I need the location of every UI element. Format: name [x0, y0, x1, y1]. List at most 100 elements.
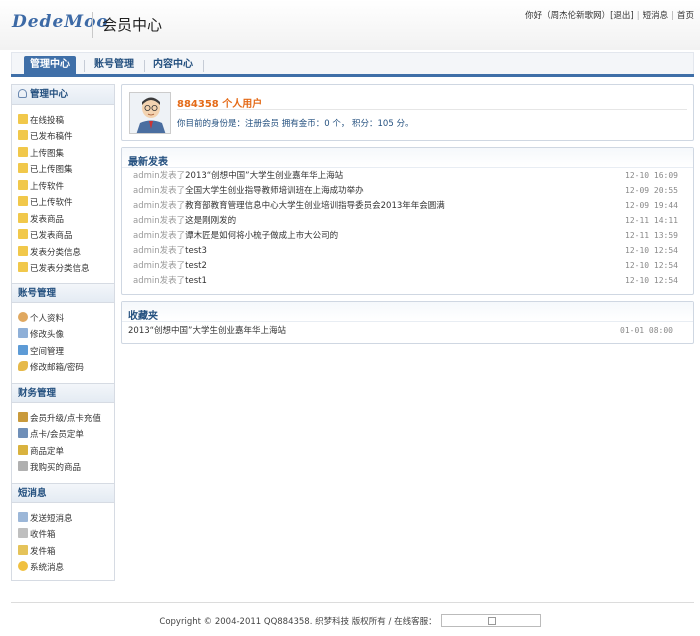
sidebar-item-purchased[interactable]: 我购买的商品	[18, 461, 81, 475]
tab-divider	[84, 60, 85, 72]
sidebar-item-uploaded-software[interactable]: 已上传软件	[18, 196, 73, 210]
sidebar-item-published[interactable]: 已发布稿件	[18, 130, 73, 144]
sidebar-item-label: 上传软件	[30, 182, 65, 192]
sidebar-section-messages[interactable]: 短消息	[12, 483, 114, 503]
sidebar-item-label: 发送短消息	[30, 514, 73, 524]
sidebar-item-posted-classifieds[interactable]: 已发表分类信息	[18, 262, 90, 276]
list-item: admin发表了全国大学生创业指导教师培训班在上海成功举办 12-09 20:55	[133, 184, 678, 198]
avatar[interactable]	[129, 92, 171, 134]
link-separator: |	[636, 11, 640, 21]
tab-divider	[144, 60, 145, 72]
sidebar-item-label: 点卡/会员定单	[30, 430, 84, 440]
sidebar-item-card-orders[interactable]: 点卡/会员定单	[18, 428, 84, 442]
home-link[interactable]: 首页	[677, 9, 694, 21]
sidebar-item-label: 会员升级/点卡充值	[30, 414, 101, 424]
space-icon	[18, 345, 28, 355]
username[interactable]: 884358 个人用户	[177, 95, 262, 110]
logout-link[interactable]: [退出]	[610, 9, 634, 21]
list-item: 2013“创想中国”大学生创业嘉年华上海站 01-01 08:00	[128, 324, 673, 338]
tab-divider	[203, 60, 204, 72]
broken-image-icon	[487, 617, 496, 625]
panel-header	[122, 302, 693, 322]
footer-divider	[11, 602, 694, 603]
sidebar-item-upload-album[interactable]: 上传图集	[18, 147, 64, 161]
sidebar-item-post-classified[interactable]: 发表分类信息	[18, 246, 81, 260]
edit-icon	[18, 180, 28, 190]
edit-icon	[18, 147, 28, 157]
post-title-link[interactable]: 教育部教育管理信息中心大学生创业培训指导委员会2013年年会圆满	[185, 201, 445, 211]
post-author: admin发表了	[133, 276, 186, 286]
user-panel: 884358 个人用户 你目前的身份是：注册会员 拥有金币：0 个， 积分：10…	[121, 84, 694, 141]
list-item: admin发表了2013“创想中国”大学生创业嘉年华上海站 12-10 16:09	[133, 169, 678, 183]
sidebar-item-upload-software[interactable]: 上传软件	[18, 180, 64, 194]
sidebar-item-post-product[interactable]: 发表商品	[18, 213, 64, 227]
edit-icon	[18, 213, 28, 223]
online-service-image[interactable]	[440, 614, 541, 627]
sidebar-item-upgrade[interactable]: 会员升级/点卡充值	[18, 412, 101, 426]
latest-posts-panel: 最新发表 admin发表了2013“创想中国”大学生创业嘉年华上海站 12-10 …	[121, 147, 694, 295]
post-title-link[interactable]: 全国大学生创业指导教师培训班在上海成功举办	[185, 186, 364, 196]
post-date: 12-10 16:09	[625, 171, 678, 180]
post-title-link[interactable]: 这是刚刚发的	[185, 216, 236, 226]
sidebar-item-space[interactable]: 空间管理	[18, 345, 64, 359]
logo-divider	[92, 12, 93, 38]
site-logo[interactable]: DedeMoo	[12, 12, 109, 32]
calendar-icon	[18, 428, 28, 438]
sidebar-item-label: 空间管理	[30, 347, 65, 357]
post-author: admin发表了	[133, 261, 186, 271]
sidebar-item-outbox[interactable]: 发件箱	[18, 545, 56, 559]
list-item: admin发表了test2 12-10 12:54	[133, 259, 678, 273]
sidebar-item-label: 商品定单	[30, 447, 65, 457]
coins-icon	[18, 412, 28, 422]
sidebar-item-email-password[interactable]: 修改邮箱/密码	[18, 361, 84, 375]
tab-content-center[interactable]: 内容中心	[147, 56, 199, 74]
list-item: admin发表了谭木匠是如何将小梳子做成上市大公司的 12-11 13:59	[133, 229, 678, 243]
sidebar-item-inbox[interactable]: 收件箱	[18, 528, 56, 542]
post-title-link[interactable]: 2013“创想中国”大学生创业嘉年华上海站	[185, 171, 343, 181]
post-title-link[interactable]: test2	[185, 261, 207, 271]
sidebar-item-profile[interactable]: 个人资料	[18, 312, 64, 326]
tab-account-management[interactable]: 账号管理	[88, 56, 140, 74]
sidebar-item-system-messages[interactable]: 系统消息	[18, 561, 64, 575]
avatar-image	[130, 93, 170, 133]
sidebar-item-label: 收件箱	[30, 530, 56, 540]
post-title-link[interactable]: test3	[185, 246, 207, 256]
list-item: admin发表了这是刚刚发的 12-11 14:11	[133, 214, 678, 228]
copyright-text: Copyright © 2004-2011 QQ884358. 织梦科技 版权所…	[159, 617, 437, 627]
sidebar-item-uploaded-albums[interactable]: 已上传图集	[18, 163, 73, 177]
sidebar-section-account[interactable]: 账号管理	[12, 283, 114, 303]
post-date: 12-09 20:55	[625, 186, 678, 195]
sidebar: 管理中心 在线投稿 已发布稿件 上传图集 已上传图集 上传软件 已上传软件 发表…	[11, 84, 115, 581]
inbox-icon	[18, 528, 28, 538]
header: DedeMoo 会员中心 你好（周杰伦新歌网）[退出] | 短消息 | 首页	[0, 0, 700, 50]
bag-icon	[18, 461, 28, 471]
user-status-info: 你目前的身份是：注册会员 拥有金币：0 个， 积分：105 分。	[177, 119, 414, 129]
messages-link[interactable]: 短消息	[643, 9, 669, 21]
sidebar-item-avatar[interactable]: 修改头像	[18, 328, 64, 342]
post-date: 12-10 12:54	[625, 261, 678, 270]
sidebar-section-finance[interactable]: 财务管理	[12, 383, 114, 403]
page-title: 会员中心	[102, 16, 163, 34]
sidebar-item-send-message[interactable]: 发送短消息	[18, 512, 73, 526]
sidebar-section-management[interactable]: 管理中心	[12, 85, 114, 105]
tab-underline	[11, 74, 694, 77]
post-date: 12-09 19:44	[625, 201, 678, 210]
edit-icon	[18, 229, 28, 239]
sidebar-item-label: 已发布稿件	[30, 132, 73, 142]
sidebar-item-product-orders[interactable]: 商品定单	[18, 445, 64, 459]
post-title-link[interactable]: 谭木匠是如何将小梳子做成上市大公司的	[185, 231, 338, 241]
favorite-title-link[interactable]: 2013“创想中国”大学生创业嘉年华上海站	[128, 326, 286, 336]
sidebar-item-label: 发表商品	[30, 215, 65, 225]
list-item: admin发表了test1 12-10 12:54	[133, 274, 678, 288]
list-item: admin发表了教育部教育管理信息中心大学生创业培训指导委员会2013年年会圆满…	[133, 199, 678, 213]
favorites-panel: 收藏夹 2013“创想中国”大学生创业嘉年华上海站 01-01 08:00	[121, 301, 694, 344]
tab-management-center[interactable]: 管理中心	[24, 56, 76, 74]
person-icon	[18, 312, 28, 322]
sidebar-item-label: 发表分类信息	[30, 248, 82, 258]
sidebar-item-posted-products[interactable]: 已发表商品	[18, 229, 73, 243]
post-title-link[interactable]: test1	[185, 276, 207, 286]
user-greeting: 你好（周杰伦新歌网）	[525, 11, 611, 21]
sidebar-item-online-submit[interactable]: 在线投稿	[18, 114, 64, 128]
sidebar-item-label: 发件箱	[30, 547, 56, 557]
sidebar-item-label: 系统消息	[30, 563, 65, 573]
